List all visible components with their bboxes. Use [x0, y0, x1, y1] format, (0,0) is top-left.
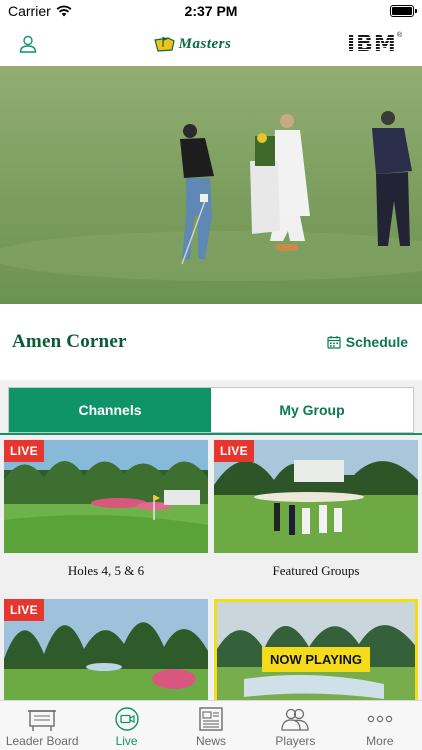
tab-leader-board[interactable]: Leader Board	[0, 701, 84, 750]
live-badge: LIVE	[4, 599, 44, 621]
segmented-tabs: Channels My Group	[8, 387, 414, 433]
tab-news[interactable]: News	[169, 701, 253, 750]
tabs-divider	[0, 433, 422, 435]
wifi-icon	[56, 5, 72, 17]
battery-fill	[392, 7, 412, 15]
schedule-button[interactable]: Schedule	[327, 334, 408, 350]
bottom-tab-bar: Leader Board Live News Players More	[0, 700, 422, 750]
augusta-map-icon	[153, 37, 175, 52]
channel-title: Amen Corner	[12, 331, 127, 352]
tab-bar-label: Leader Board	[5, 734, 79, 748]
tab-channels[interactable]: Channels	[9, 388, 211, 432]
app-header: Masters IBM ®	[0, 22, 422, 66]
status-left: Carrier	[8, 3, 72, 19]
now-playing-badge: NOW PLAYING	[262, 647, 370, 672]
ibm-logo-text: IBM	[346, 31, 397, 57]
tab-my-group[interactable]: My Group	[211, 388, 413, 432]
tab-bar-label: Live	[115, 734, 138, 748]
channel-thumbnail: NOW PLAYING	[214, 599, 418, 712]
channel-thumbnail: LIVE	[4, 440, 208, 553]
masters-logo-text: Masters	[178, 35, 232, 52]
golf-video-frame	[0, 66, 422, 304]
user-profile-icon[interactable]	[18, 34, 38, 54]
carrier-label: Carrier	[8, 3, 51, 19]
tab-bar-label: More	[366, 734, 394, 748]
players-icon	[281, 708, 310, 731]
channels-section: Channels My Group LIVE Holes 4, 5 & 6 LI…	[0, 380, 422, 712]
tab-live[interactable]: Live	[84, 701, 168, 750]
channel-thumbnail: LIVE	[4, 599, 208, 712]
battery-icon	[390, 5, 417, 17]
more-dots-icon	[367, 715, 393, 723]
calendar-icon	[327, 336, 341, 349]
video-player[interactable]	[0, 66, 422, 304]
live-badge: LIVE	[4, 440, 44, 462]
video-camera-icon	[114, 707, 139, 731]
channel-tile-label: Featured Groups	[272, 563, 360, 578]
channel-tile-featured-groups[interactable]: LIVE Featured Groups	[214, 440, 418, 579]
schedule-label: Schedule	[345, 334, 408, 350]
channel-tile-holes-4-5-6[interactable]: LIVE Holes 4, 5 & 6	[4, 440, 208, 579]
ibm-trademark: ®	[396, 31, 402, 39]
status-bar: Carrier 2:37 PM	[0, 0, 422, 22]
tab-more[interactable]: More	[338, 701, 422, 750]
title-row: Amen Corner Schedule	[0, 304, 422, 380]
ibm-logo: IBM ®	[347, 32, 402, 57]
newspaper-icon	[199, 707, 223, 731]
live-badge: LIVE	[214, 440, 254, 462]
channel-thumbnail: LIVE	[214, 440, 418, 553]
channel-tile-label: Holes 4, 5 & 6	[67, 563, 145, 578]
masters-logo: Masters	[153, 35, 232, 53]
tab-players[interactable]: Players	[253, 701, 337, 750]
tab-bar-label: Players	[275, 734, 316, 748]
tab-bar-label: News	[196, 734, 227, 748]
leaderboard-icon	[28, 710, 57, 731]
